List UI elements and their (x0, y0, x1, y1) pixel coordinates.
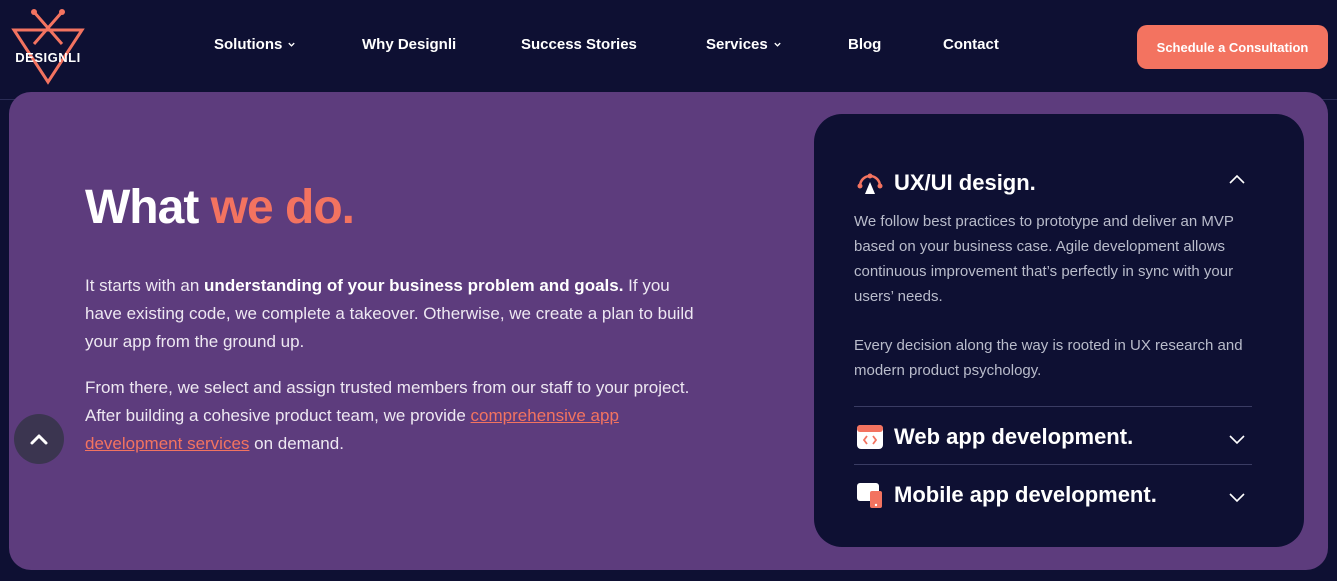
nav-label: Services (706, 36, 768, 53)
nav-services[interactable]: Services (706, 36, 782, 53)
section-headline: What we do. (85, 180, 355, 235)
web-app-icon (857, 425, 883, 449)
ux-ui-description-2: Every decision along the way is rooted i… (854, 337, 1243, 379)
accordion-divider (854, 464, 1252, 465)
services-accordion: UX/UI design. We follow best practices t… (814, 114, 1304, 547)
headline-accent: we do. (210, 181, 355, 234)
accordion-title-web-app[interactable]: Web app development. (894, 424, 1133, 450)
para2-rest: on demand. (249, 434, 344, 453)
schedule-consultation-button[interactable]: Schedule a Consultation (1137, 25, 1328, 69)
scroll-to-top-button[interactable] (14, 414, 64, 464)
ux-ui-icon (857, 173, 883, 194)
chevron-down-icon (774, 42, 781, 47)
site-header: DESIGNLI Solutions Why Designli Success … (0, 0, 1337, 100)
decorative-line (9, 92, 154, 133)
logo-mark-icon (11, 9, 85, 85)
nav-label: Why Designli (362, 36, 457, 53)
mobile-app-icon (857, 483, 882, 508)
nav-solutions[interactable]: Solutions (214, 36, 296, 53)
accordion-title-ux-ui[interactable]: UX/UI design. (894, 170, 1036, 196)
para1-bold: understanding of your business problem a… (204, 276, 624, 295)
chevron-down-icon[interactable] (1228, 492, 1246, 504)
logo-text: DESIGNLI (15, 50, 81, 65)
nav-label: Blog (848, 36, 882, 53)
services-paragraph: From there, we select and assign trusted… (85, 374, 705, 458)
chevron-up-icon[interactable] (1228, 173, 1246, 185)
accordion-title-mobile-app[interactable]: Mobile app development. (894, 482, 1157, 508)
what-we-do-section: What we do. It starts with an understand… (9, 92, 1328, 570)
nav-label: Contact (943, 36, 999, 53)
chevron-down-icon[interactable] (1228, 434, 1246, 446)
chevron-up-icon (30, 434, 48, 445)
nav-label: Success Stories (521, 36, 637, 53)
ux-ui-description: We follow best practices to prototype an… (854, 213, 1234, 305)
para1-intro: It starts with an (85, 276, 205, 295)
chevron-down-icon (288, 42, 296, 47)
headline-white: What (85, 181, 211, 234)
accordion-divider (854, 406, 1252, 407)
nav-contact[interactable]: Contact (943, 36, 999, 53)
intro-paragraph: It starts with an understanding of your … (85, 272, 705, 356)
designli-logo[interactable]: DESIGNLI (8, 8, 88, 86)
nav-why-designli[interactable]: Why Designli (362, 36, 456, 53)
nav-blog[interactable]: Blog (848, 36, 881, 53)
nav-success-stories[interactable]: Success Stories (521, 36, 637, 53)
nav-label: Solutions (214, 36, 283, 53)
